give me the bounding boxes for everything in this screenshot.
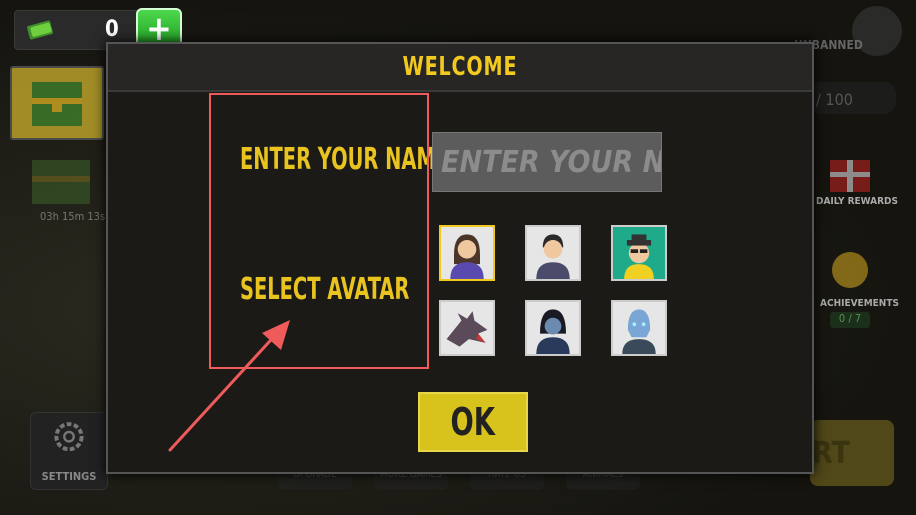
annotation-arrow-icon xyxy=(168,320,290,452)
